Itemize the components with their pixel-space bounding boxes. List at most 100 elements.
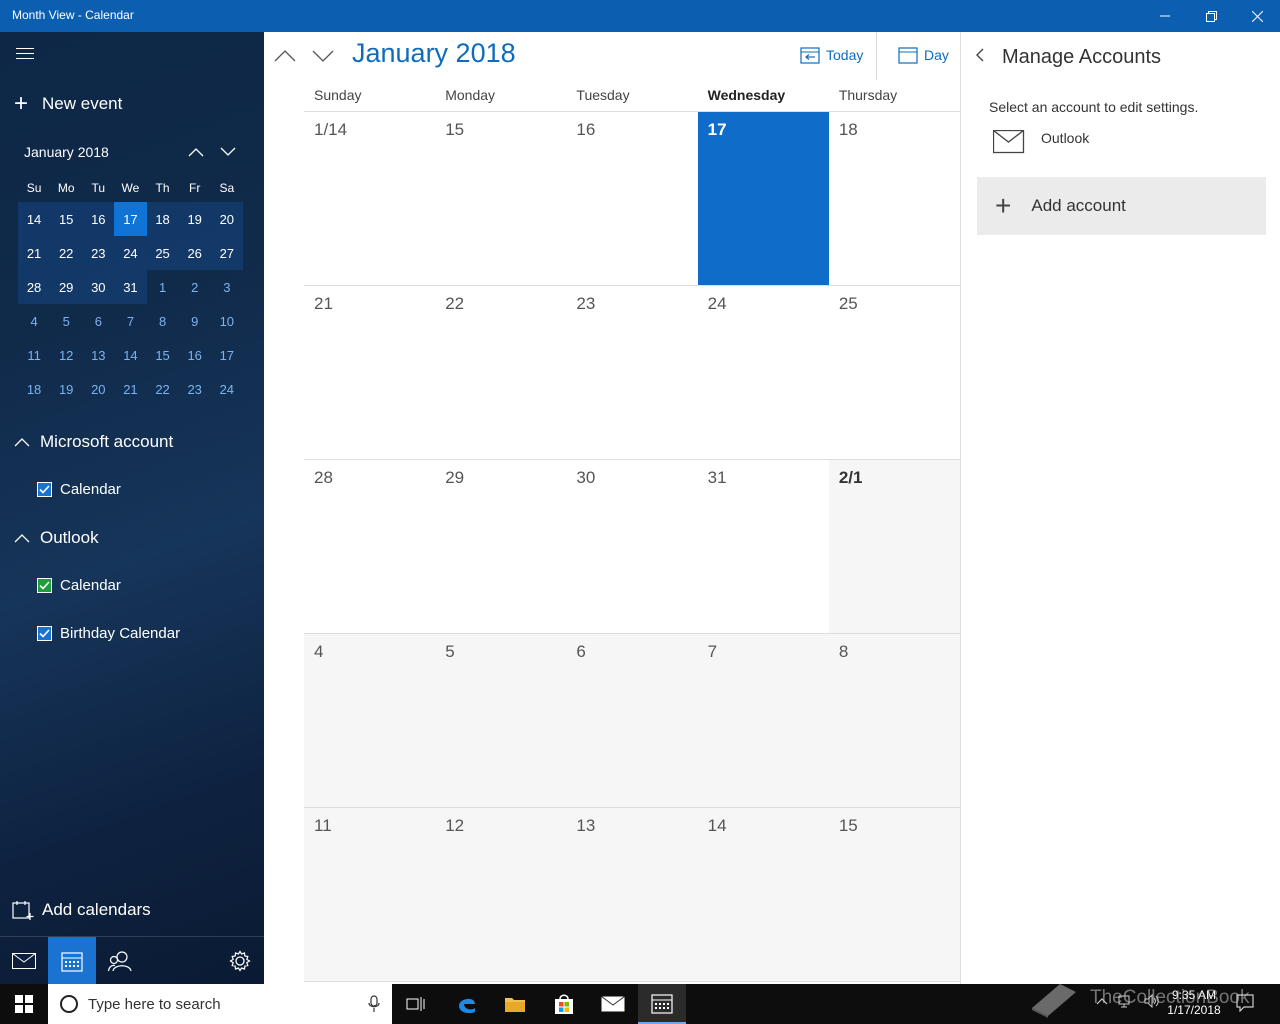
- mini-day[interactable]: 24: [211, 372, 243, 406]
- day-cell[interactable]: 4: [304, 634, 436, 807]
- mail-taskbar-button[interactable]: [589, 984, 637, 1024]
- mini-day[interactable]: 8: [147, 304, 179, 338]
- mini-day-today[interactable]: 17: [114, 202, 147, 236]
- people-app-button[interactable]: [96, 937, 144, 984]
- account-outlook[interactable]: Outlook: [993, 130, 1089, 154]
- group-outlook[interactable]: Outlook: [14, 528, 99, 548]
- day-cell[interactable]: 5: [435, 634, 567, 807]
- checkbox-checked-icon[interactable]: [37, 482, 52, 497]
- today-button[interactable]: Today: [800, 46, 863, 64]
- settings-button[interactable]: [216, 937, 264, 984]
- mini-day[interactable]: 19: [178, 202, 211, 236]
- mini-day[interactable]: 23: [82, 236, 115, 270]
- calendar-item-outlook-calendar[interactable]: Calendar: [37, 577, 121, 594]
- mini-day[interactable]: 21: [114, 372, 146, 406]
- add-account-button[interactable]: + Add account: [977, 177, 1266, 235]
- day-cell[interactable]: 11: [304, 808, 436, 981]
- day-cell[interactable]: 15: [435, 112, 566, 285]
- hamburger-menu-icon[interactable]: [16, 48, 34, 62]
- mini-day[interactable]: 18: [18, 372, 50, 406]
- day-cell[interactable]: 25: [829, 286, 960, 459]
- calendar-item-microsoft-calendar[interactable]: Calendar: [37, 481, 121, 498]
- mini-day[interactable]: 20: [82, 372, 114, 406]
- day-cell[interactable]: 8: [828, 634, 961, 807]
- calendar-taskbar-button[interactable]: [638, 984, 686, 1024]
- mini-day[interactable]: 6: [82, 304, 114, 338]
- calendar-item-birthday-calendar[interactable]: Birthday Calendar: [37, 625, 180, 642]
- mini-day[interactable]: 16: [179, 338, 211, 372]
- mail-app-button[interactable]: [0, 937, 48, 984]
- mini-day[interactable]: 24: [114, 236, 147, 270]
- day-cell[interactable]: 18: [829, 112, 960, 285]
- day-cell[interactable]: 22: [435, 286, 566, 459]
- mini-day[interactable]: 21: [18, 236, 51, 270]
- mini-day[interactable]: 25: [146, 236, 179, 270]
- mini-day[interactable]: 22: [147, 372, 179, 406]
- mini-day[interactable]: 4: [18, 304, 50, 338]
- mini-day[interactable]: 7: [114, 304, 146, 338]
- mini-day[interactable]: 28: [18, 270, 51, 304]
- day-cell[interactable]: 24: [698, 286, 829, 459]
- restore-button[interactable]: [1188, 0, 1234, 32]
- mini-day[interactable]: 17: [211, 338, 243, 372]
- mini-day[interactable]: 29: [50, 270, 83, 304]
- mini-day[interactable]: 14: [114, 338, 146, 372]
- day-cell[interactable]: 23: [566, 286, 697, 459]
- checkbox-checked-icon[interactable]: [37, 626, 52, 641]
- day-cell[interactable]: 14: [697, 808, 829, 981]
- mini-day[interactable]: 27: [210, 236, 243, 270]
- month-title[interactable]: January 2018: [352, 38, 516, 69]
- close-button[interactable]: [1234, 0, 1280, 32]
- file-explorer-button[interactable]: [491, 984, 539, 1024]
- mini-day[interactable]: 26: [178, 236, 211, 270]
- checkbox-checked-icon[interactable]: [37, 578, 52, 593]
- mini-day[interactable]: 10: [211, 304, 243, 338]
- edge-browser-button[interactable]: [443, 984, 491, 1024]
- mini-day[interactable]: 20: [210, 202, 243, 236]
- day-cell[interactable]: 13: [566, 808, 698, 981]
- mini-day[interactable]: 2: [179, 270, 211, 304]
- group-microsoft-account[interactable]: Microsoft account: [14, 432, 173, 452]
- day-cell[interactable]: 28: [304, 460, 435, 633]
- day-cell[interactable]: 1/14: [304, 112, 435, 285]
- new-event-button[interactable]: + New event: [14, 92, 122, 116]
- mini-day[interactable]: 30: [82, 270, 115, 304]
- mini-day[interactable]: 22: [50, 236, 83, 270]
- mini-day[interactable]: 31: [114, 270, 147, 304]
- mini-day[interactable]: 11: [18, 338, 50, 372]
- mini-day[interactable]: 5: [50, 304, 82, 338]
- minimize-button[interactable]: [1142, 0, 1188, 32]
- day-cell[interactable]: 29: [435, 460, 566, 633]
- day-cell[interactable]: 21: [304, 286, 435, 459]
- mini-day[interactable]: 13: [82, 338, 114, 372]
- day-cell[interactable]: 31: [698, 460, 829, 633]
- previous-month-button[interactable]: [270, 44, 300, 68]
- mini-next-month-button[interactable]: [216, 140, 240, 164]
- next-month-button[interactable]: [308, 44, 338, 68]
- mini-prev-month-button[interactable]: [184, 140, 208, 164]
- day-cell[interactable]: 16: [566, 112, 697, 285]
- mini-day[interactable]: 19: [50, 372, 82, 406]
- mini-day[interactable]: 15: [50, 202, 83, 236]
- add-calendars-button[interactable]: Add calendars: [12, 900, 151, 920]
- mini-day[interactable]: 16: [82, 202, 115, 236]
- mini-day[interactable]: 23: [179, 372, 211, 406]
- day-cell[interactable]: 6: [566, 634, 698, 807]
- mini-day[interactable]: 9: [179, 304, 211, 338]
- start-button[interactable]: [0, 984, 48, 1024]
- day-cell-today[interactable]: 17: [697, 112, 829, 285]
- day-view-button[interactable]: Day: [898, 46, 949, 64]
- store-button[interactable]: [540, 984, 588, 1024]
- day-cell[interactable]: 15: [828, 808, 961, 981]
- task-view-button[interactable]: [392, 984, 440, 1024]
- taskbar-search-box[interactable]: Type here to search: [48, 984, 392, 1024]
- mini-day[interactable]: 14: [18, 202, 51, 236]
- calendar-app-button[interactable]: [48, 937, 96, 984]
- back-button[interactable]: [975, 48, 991, 64]
- day-cell[interactable]: 7: [697, 634, 829, 807]
- mini-day[interactable]: 3: [211, 270, 243, 304]
- day-cell[interactable]: 30: [566, 460, 697, 633]
- day-cell[interactable]: 2/1: [828, 460, 961, 633]
- mini-day[interactable]: 15: [147, 338, 179, 372]
- mini-day[interactable]: 1: [147, 270, 179, 304]
